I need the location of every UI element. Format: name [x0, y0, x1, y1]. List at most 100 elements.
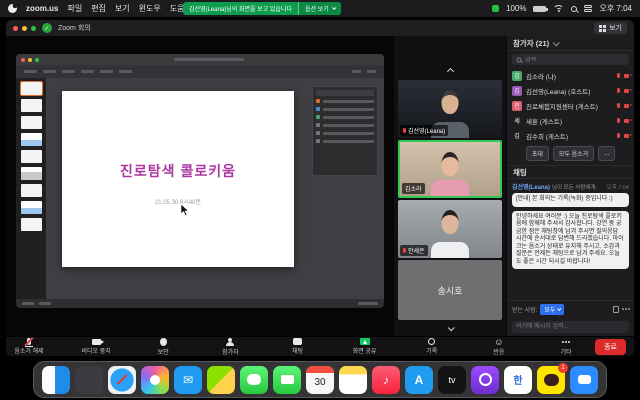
dock-mail-icon[interactable]: ✉: [174, 366, 202, 394]
video-off-icon[interactable]: [624, 134, 629, 138]
video-tile-active-speaker[interactable]: 김소라: [398, 140, 502, 198]
view-options-dropdown[interactable]: 옵션 보기: [298, 2, 341, 15]
slide-thumbnail[interactable]: [21, 99, 42, 112]
slide-thumbnail[interactable]: [21, 184, 42, 197]
dock-messages-icon[interactable]: [240, 366, 268, 394]
participants-button[interactable]: 참가자: [215, 338, 245, 356]
dock-safari-icon[interactable]: [108, 366, 136, 394]
spotlight-search-icon[interactable]: [571, 6, 577, 12]
dock-photos-icon[interactable]: [141, 366, 169, 394]
dock-maps-icon[interactable]: [207, 366, 235, 394]
leave-meeting-button[interactable]: 종료: [595, 339, 626, 355]
video-off-icon[interactable]: [624, 119, 629, 123]
control-center-icon[interactable]: [584, 5, 592, 12]
mic-muted-icon[interactable]: [617, 88, 620, 93]
invite-button[interactable]: 초대: [526, 146, 549, 161]
chevron-down-icon: [553, 39, 560, 46]
search-input[interactable]: [525, 57, 625, 63]
share-screen-button[interactable]: 화면 공유: [350, 338, 380, 356]
chat-input[interactable]: [512, 321, 629, 333]
participants-header[interactable]: 참가자 (21): [507, 36, 634, 51]
dock-hangul-icon[interactable]: 한: [504, 366, 532, 394]
dock-launchpad-icon[interactable]: [75, 366, 103, 394]
participant-row[interactable]: 김 김소라 (나): [507, 68, 634, 83]
participant-name: 송시호: [438, 284, 463, 297]
file-attach-icon[interactable]: [613, 306, 619, 313]
slide-thumbnail[interactable]: [21, 167, 42, 180]
video-off-icon[interactable]: [624, 104, 629, 108]
dock-kakaotalk-icon[interactable]: 1: [537, 366, 565, 394]
ppt-ribbon: [16, 65, 384, 78]
participant-row[interactable]: 김 김선영(Leana) (호스트): [507, 83, 634, 98]
dock-finder-icon[interactable]: [42, 366, 70, 394]
mic-muted-icon[interactable]: [617, 73, 620, 78]
current-slide: 진로탐색 콜로키움 21.05.30 6시40분: [62, 91, 294, 267]
video-off-icon[interactable]: [624, 89, 629, 93]
slide-thumbnail[interactable]: [21, 133, 42, 146]
dock-facetime-icon[interactable]: [273, 366, 301, 394]
participant-name: 세훈 (게스트): [526, 116, 613, 126]
dock-music-icon[interactable]: ♪: [372, 366, 400, 394]
ppt-traffic-lights: [21, 58, 39, 62]
participant-row[interactable]: 세 세훈 (게스트): [507, 113, 634, 128]
chat-messages[interactable]: 김선영(Leana) 님이 모든 사람에게: 오후 7:04 [안내] 본 회의…: [507, 179, 634, 300]
ppt-task-pane[interactable]: [312, 86, 378, 176]
dock-calendar-icon[interactable]: 30: [306, 366, 334, 394]
record-button[interactable]: 기록: [417, 338, 447, 356]
mic-muted-icon[interactable]: [617, 103, 620, 108]
video-tile[interactable]: 김선영(Leana): [398, 80, 502, 138]
zoom-window-titlebar[interactable]: ✓ Zoom 회의 보기: [6, 20, 634, 36]
security-button[interactable]: 보안: [148, 338, 178, 356]
participant-row[interactable]: 진 진로체험지원센터 (게스트): [507, 98, 634, 113]
more-button[interactable]: ...: [598, 146, 615, 161]
camera-icon: [92, 339, 101, 345]
participant-search[interactable]: [512, 54, 629, 65]
wifi-icon[interactable]: [553, 4, 564, 13]
video-off-icon[interactable]: [624, 74, 629, 78]
menubar-app-name[interactable]: zoom.us: [26, 4, 58, 13]
chat-bubble-icon: [293, 338, 302, 345]
dock-zoom-icon[interactable]: [570, 366, 598, 394]
menubar-item-file[interactable]: 파일: [67, 3, 82, 14]
slide-thumbnail[interactable]: [21, 218, 42, 231]
encryption-shield-icon[interactable]: ✓: [42, 23, 52, 33]
recipient-dropdown[interactable]: 모두: [540, 304, 564, 315]
stop-video-button[interactable]: 비디오 중지: [81, 338, 111, 356]
video-tile[interactable]: 안세은: [398, 200, 502, 258]
dock-podcasts-icon[interactable]: [471, 366, 499, 394]
mute-all-button[interactable]: 모두 음소거: [553, 146, 594, 161]
chat-header[interactable]: 채팅: [507, 166, 634, 179]
chat-more-icon[interactable]: [622, 308, 624, 310]
participant-name: 김소라 (나): [526, 71, 613, 81]
apple-menu-icon[interactable]: [8, 4, 17, 13]
participant-row[interactable]: 김 김수희 (게스트): [507, 128, 634, 143]
slide-thumbnail[interactable]: [21, 82, 42, 95]
menubar-item-view[interactable]: 보기: [115, 3, 130, 14]
dock-appstore-icon[interactable]: A: [405, 366, 433, 394]
menubar-item-edit[interactable]: 편집: [91, 3, 106, 14]
slide-thumbnail[interactable]: [21, 116, 42, 129]
video-tile-no-video[interactable]: 송시호: [398, 260, 502, 320]
slide-thumbnail[interactable]: [21, 150, 42, 163]
slide-thumbnail[interactable]: [21, 201, 42, 214]
notification-badge: 1: [558, 363, 568, 373]
more-options-button[interactable]: 기타: [551, 338, 581, 356]
window-traffic-lights[interactable]: [13, 26, 36, 31]
dock-notes-icon[interactable]: [339, 366, 367, 394]
dock-appletv-icon[interactable]: tv: [438, 366, 466, 394]
mic-muted-icon[interactable]: [617, 118, 620, 123]
avatar: 김: [512, 86, 522, 96]
chat-button[interactable]: 채팅: [283, 338, 313, 356]
unmute-button[interactable]: 음소거 해제: [14, 338, 44, 356]
slide-title: 진로탐색 콜로키움: [62, 161, 294, 181]
view-button[interactable]: 보기: [594, 22, 627, 34]
menubar-item-window[interactable]: 윈도우: [139, 3, 161, 14]
reactions-button[interactable]: ☺ 반응: [484, 338, 514, 356]
scroll-up-button[interactable]: [442, 66, 458, 76]
zoom-meeting-window: ✓ Zoom 회의 보기: [6, 20, 634, 356]
collapse-strip-button[interactable]: [442, 323, 458, 333]
mic-muted-icon[interactable]: [617, 133, 620, 138]
slide-thumbnail-panel[interactable]: [16, 78, 46, 299]
clock[interactable]: 오후 7:04: [599, 3, 632, 14]
mic-muted-icon: [27, 338, 31, 345]
